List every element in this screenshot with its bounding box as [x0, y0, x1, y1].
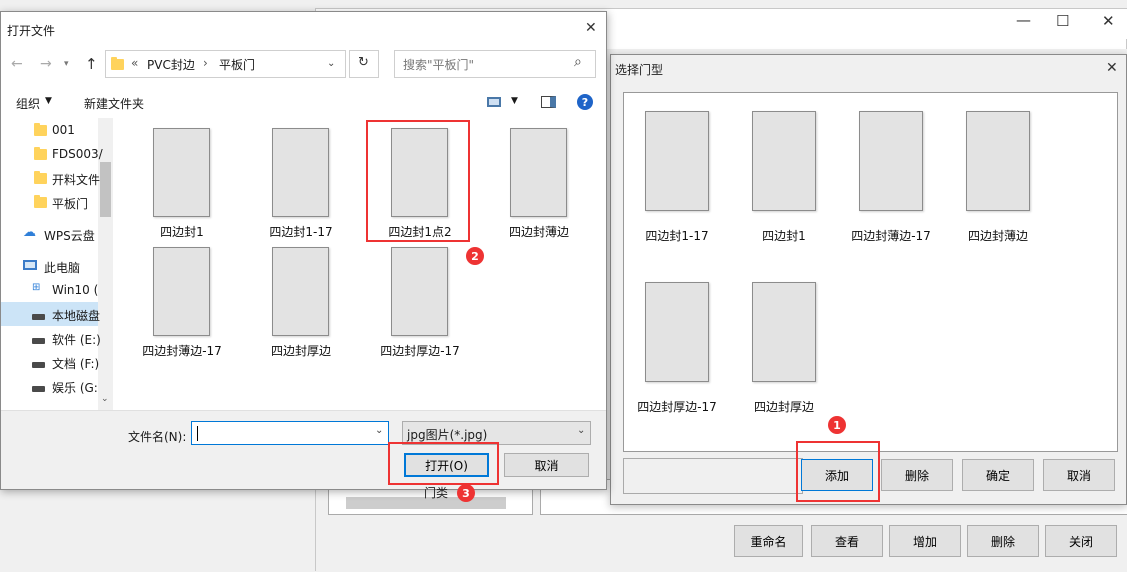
- file-label[interactable]: 四边封薄边: [497, 223, 581, 240]
- door-thumbnail[interactable]: [752, 111, 816, 211]
- nav-item[interactable]: 开料文件: [52, 171, 100, 188]
- dialog-bottom-bar: [623, 458, 803, 494]
- door-thumbnail[interactable]: [966, 111, 1030, 211]
- nav-item[interactable]: WPS云盘: [44, 227, 95, 244]
- door-label: 四边封薄边: [967, 229, 1028, 243]
- chevron-down-icon[interactable]: ▾: [64, 59, 69, 69]
- annotation-badge: 3: [457, 484, 475, 502]
- file-label[interactable]: 四边封1: [140, 223, 224, 240]
- cancel-button[interactable]: 取消: [1043, 459, 1115, 491]
- drive-icon: [32, 362, 45, 368]
- file-label[interactable]: 四边封厚边: [259, 342, 343, 359]
- folder-icon: [34, 195, 47, 208]
- chevron-down-icon[interactable]: ▼: [45, 96, 52, 106]
- forward-arrow-icon[interactable]: →: [40, 56, 52, 72]
- chevron-down-icon[interactable]: ⌄: [101, 394, 109, 404]
- door-label: 四边封厚边-17: [637, 400, 717, 414]
- maximize-icon[interactable]: ☐: [1056, 14, 1069, 29]
- drive-icon: [32, 338, 45, 344]
- chevron-down-icon[interactable]: ⌄: [375, 425, 383, 436]
- door-label: 四边封1: [762, 229, 806, 243]
- drive-icon: [32, 386, 45, 392]
- door-label: 四边封1-17: [645, 229, 709, 243]
- nav-item[interactable]: 本地磁盘: [52, 307, 100, 324]
- minimize-icon[interactable]: —: [1016, 13, 1031, 28]
- breadcrumb-item[interactable]: PVC封边: [147, 56, 195, 73]
- folder-icon: [34, 147, 47, 160]
- close-icon[interactable]: ✕: [585, 21, 597, 35]
- chevron-down-icon[interactable]: ⌄: [577, 425, 585, 436]
- preview-pane-icon[interactable]: [541, 96, 556, 108]
- door-label: 四边封厚边: [753, 400, 814, 414]
- chevron-down-icon[interactable]: ▼: [511, 96, 518, 106]
- file-label[interactable]: 四边封1-17: [259, 223, 343, 240]
- nav-item[interactable]: 娱乐 (G:: [52, 379, 98, 396]
- partial-label: 门类型: [424, 486, 448, 500]
- file-thumbnail[interactable]: [272, 247, 329, 336]
- organize-menu[interactable]: 组织: [16, 95, 40, 112]
- search-input[interactable]: 搜索"平板门": [403, 56, 474, 73]
- delete-button-back[interactable]: 删除: [967, 525, 1039, 557]
- folder-icon: [34, 123, 47, 136]
- door-thumbnail[interactable]: [752, 282, 816, 382]
- folder-icon: [111, 57, 124, 70]
- back-arrow-icon[interactable]: ←: [11, 56, 23, 72]
- partial-label-strip: 门类型: [388, 486, 448, 500]
- nav-item[interactable]: 文档 (F:): [52, 355, 99, 372]
- view-options-icon[interactable]: [487, 97, 501, 107]
- annotation-box: [796, 441, 880, 502]
- door-thumbnail[interactable]: [859, 111, 923, 211]
- door-thumbnail[interactable]: [645, 111, 709, 211]
- annotation-badge: 2: [466, 247, 484, 265]
- nav-item[interactable]: 此电脑: [44, 259, 80, 276]
- close-button-back[interactable]: 关闭: [1045, 525, 1117, 557]
- dialog-title: 打开文件: [7, 24, 56, 38]
- add-button-back[interactable]: 增加: [889, 525, 961, 557]
- up-arrow-icon[interactable]: ↑: [85, 55, 98, 73]
- drive-icon: [32, 314, 45, 320]
- chevron-down-icon[interactable]: ⌄: [327, 58, 335, 69]
- dialog-title: 选择门型: [615, 63, 664, 77]
- close-icon[interactable]: ✕: [1106, 61, 1118, 75]
- door-label: 四边封薄边-17: [851, 229, 931, 243]
- cancel-button[interactable]: 取消: [504, 453, 589, 477]
- annotation-box: [366, 120, 470, 242]
- file-thumbnail[interactable]: [272, 128, 329, 217]
- text-caret: [197, 426, 198, 441]
- filename-input[interactable]: [191, 421, 389, 445]
- cloud-icon: ☁: [23, 225, 36, 240]
- nav-item[interactable]: 软件 (E:): [52, 331, 101, 348]
- file-thumbnail[interactable]: [153, 128, 210, 217]
- file-thumbnail[interactable]: [153, 247, 210, 336]
- file-label[interactable]: 四边封薄边-17: [133, 342, 231, 359]
- nav-item[interactable]: 平板门: [52, 195, 88, 212]
- confirm-button[interactable]: 确定: [962, 459, 1034, 491]
- nav-item[interactable]: 001: [52, 123, 75, 137]
- search-icon: ⌕: [574, 54, 582, 70]
- file-type-value: jpg图片(*.jpg): [407, 428, 488, 442]
- nav-scrollbar-thumb[interactable]: [100, 162, 111, 217]
- annotation-box: [388, 442, 499, 485]
- windows-icon: ⊞: [32, 282, 41, 293]
- view-button[interactable]: 查看: [811, 525, 883, 557]
- close-icon[interactable]: ✕: [1102, 14, 1115, 29]
- folder-icon: [34, 171, 47, 184]
- new-folder-button[interactable]: 新建文件夹: [84, 95, 144, 112]
- door-thumbnail[interactable]: [645, 282, 709, 382]
- breadcrumb-prefix: «: [131, 56, 139, 70]
- file-thumbnail[interactable]: [510, 128, 567, 217]
- nav-item[interactable]: Win10 (: [52, 283, 98, 297]
- file-thumbnail[interactable]: [391, 247, 448, 336]
- rename-button[interactable]: 重命名: [734, 525, 803, 557]
- breadcrumb-item[interactable]: 平板门: [219, 56, 255, 73]
- breadcrumb-separator-icon: ›: [203, 56, 208, 70]
- nav-item[interactable]: FDS003/: [52, 147, 103, 161]
- help-icon[interactable]: ?: [577, 94, 593, 110]
- delete-button[interactable]: 删除: [881, 459, 953, 491]
- refresh-icon: ↻: [358, 55, 369, 70]
- file-label[interactable]: 四边封厚边-17: [371, 342, 469, 359]
- computer-icon: [23, 260, 37, 270]
- filename-label: 文件名(N):: [128, 430, 187, 444]
- annotation-badge: 1: [828, 416, 846, 434]
